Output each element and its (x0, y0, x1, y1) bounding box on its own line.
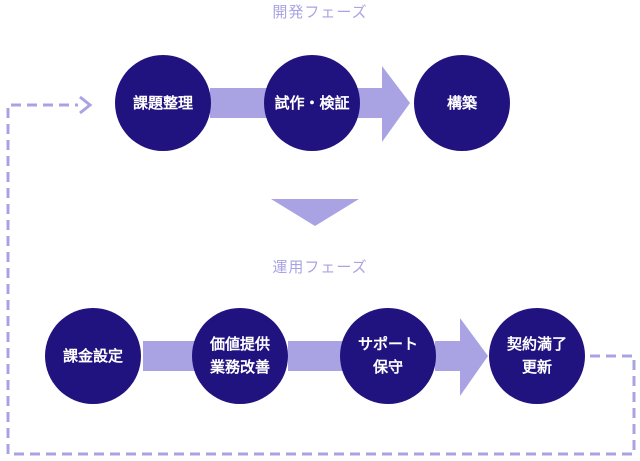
ops-step-contract-renewal: 契約満了 更新 (489, 308, 585, 404)
dev-step-label: 試作・検証 (274, 93, 350, 112)
flow-arrow-dev (382, 66, 410, 142)
dev-step-prototype-verification: 試作・検証 (264, 55, 360, 151)
ops-step-billing-setup: 課金設定 (45, 308, 141, 404)
connector-bar-dev-1 (210, 88, 270, 118)
dev-step-construction: 構築 (414, 55, 510, 151)
process-diagram: 開発フェーズ 運用フェーズ 課題整理 試作・検証 構築 課金設定 価値提供 業務… (0, 0, 640, 461)
dev-step-issue-organizing: 課題整理 (115, 55, 211, 151)
ops-step-support: サポート 保守 (340, 308, 436, 404)
ops-step-label: 契約満了 更新 (506, 335, 567, 376)
connector-bar-ops-3 (435, 341, 463, 371)
ops-step-label: サポート 保守 (357, 335, 418, 376)
phase-transition-icon (271, 199, 359, 226)
connector-bar-ops-1 (143, 341, 198, 371)
dev-step-label: 課題整理 (132, 93, 193, 112)
ops-step-value-delivery: 価値提供 業務改善 (192, 308, 288, 404)
dev-step-label: 構築 (446, 93, 477, 112)
operation-phase-label: 運用フェーズ (272, 258, 368, 276)
ops-step-label: 価値提供 業務改善 (209, 335, 270, 376)
connector-bar-ops-2 (288, 341, 343, 371)
ops-step-label: 課金設定 (62, 346, 123, 365)
flow-arrow-ops (460, 318, 488, 396)
development-phase-label: 開発フェーズ (272, 3, 368, 21)
loop-arrowhead-icon (79, 95, 93, 115)
